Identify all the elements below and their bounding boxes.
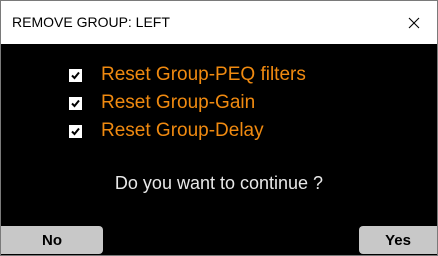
dialog-content: Reset Group-PEQ filters Reset Group-Gain… [1, 44, 437, 255]
option-reset-gain[interactable]: Reset Group-Gain [69, 91, 255, 115]
checkbox-reset-peq[interactable] [69, 68, 82, 82]
close-icon [408, 17, 420, 28]
option-label-reset-delay: Reset Group-Delay [101, 120, 264, 141]
dialog-title: REMOVE GROUP: LEFT [12, 14, 170, 30]
checkmark-icon [71, 71, 80, 79]
confirm-question: Do you want to continue ? [114, 173, 324, 193]
close-button[interactable] [391, 1, 437, 44]
option-reset-delay[interactable]: Reset Group-Delay [69, 119, 264, 143]
checkbox-reset-gain[interactable] [69, 96, 82, 110]
checkbox-reset-delay[interactable] [69, 124, 82, 138]
checkmark-icon [71, 127, 80, 135]
title-bar: REMOVE GROUP: LEFT [1, 1, 437, 44]
option-label-reset-gain: Reset Group-Gain [101, 92, 256, 113]
yes-button[interactable]: Yes [359, 226, 437, 254]
checkmark-icon [71, 99, 80, 107]
no-button[interactable]: No [1, 226, 103, 254]
option-label-reset-peq: Reset Group-PEQ filters [101, 64, 306, 85]
option-reset-peq[interactable]: Reset Group-PEQ filters [69, 63, 306, 87]
remove-group-dialog: REMOVE GROUP: LEFT Reset Group-PEQ filte… [0, 0, 438, 256]
